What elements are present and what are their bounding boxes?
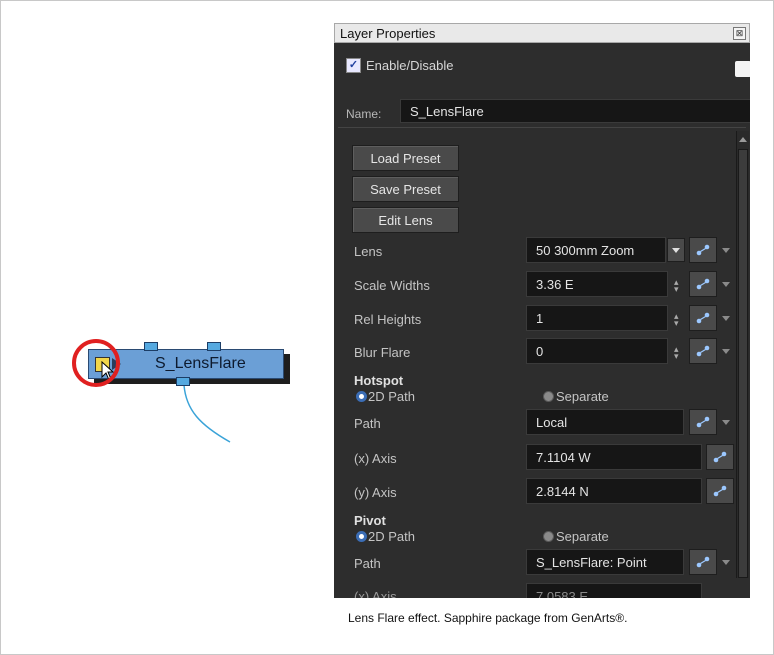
pivot-separate-label: Separate xyxy=(556,529,609,544)
keyframe-link-button[interactable] xyxy=(689,305,717,331)
divider xyxy=(338,127,746,128)
scroll-up-icon[interactable] xyxy=(739,137,747,142)
keyframe-link-button[interactable] xyxy=(689,271,717,297)
node-input-port[interactable] xyxy=(144,342,158,351)
hotspot-path-value: Local xyxy=(536,415,568,430)
node-title: S_LensFlare xyxy=(155,355,246,372)
spinner-icon[interactable]: ▴ ▾ xyxy=(674,345,679,361)
close-icon[interactable]: ⊠ xyxy=(733,27,746,40)
keyframe-menu-arrow-icon[interactable] xyxy=(722,282,730,287)
rel-heights-field[interactable]: 1 xyxy=(526,305,668,331)
layer-color-swatch[interactable] xyxy=(735,61,750,77)
pivot-path-label: Path xyxy=(354,556,381,571)
lens-dropdown[interactable]: 50 300mm Zoom xyxy=(526,237,666,263)
keyframe-link-icon xyxy=(696,345,710,357)
chevron-down-icon[interactable] xyxy=(667,238,685,262)
keyframe-link-button[interactable] xyxy=(689,237,717,263)
panel-titlebar[interactable]: Layer Properties ⊠ xyxy=(334,23,750,43)
keyframe-link-icon xyxy=(696,556,710,568)
keyframe-link-icon xyxy=(696,312,710,324)
hotspot-separate-label: Separate xyxy=(556,389,609,404)
hotspot-separate-radio[interactable] xyxy=(543,391,554,402)
pivot-x-axis-value: 7.0583 E xyxy=(536,589,589,598)
save-preset-button[interactable]: Save Preset xyxy=(352,176,459,202)
keyframe-link-icon xyxy=(696,278,710,290)
keyframe-menu-arrow-icon[interactable] xyxy=(722,420,730,425)
name-label: Name: xyxy=(346,107,382,121)
blur-flare-label: Blur Flare xyxy=(354,345,411,360)
name-field[interactable]: S_LensFlare xyxy=(400,99,750,123)
hotspot-path-field[interactable]: Local xyxy=(526,409,684,435)
pivot-2d-path-radio[interactable] xyxy=(356,531,367,542)
keyframe-menu-arrow-icon[interactable] xyxy=(722,349,730,354)
pivot-2d-path-label: 2D Path xyxy=(368,529,415,544)
keyframe-menu-arrow-icon[interactable] xyxy=(722,316,730,321)
keyframe-menu-arrow-icon[interactable] xyxy=(722,560,730,565)
lens-label: Lens xyxy=(354,244,383,259)
keyframe-link-button[interactable] xyxy=(689,549,717,575)
spinner-icon[interactable]: ▴ ▾ xyxy=(674,278,679,294)
lens-value: 50 300mm Zoom xyxy=(536,243,635,258)
enable-checkbox[interactable]: ✓ xyxy=(346,58,361,73)
name-value: S_LensFlare xyxy=(410,104,484,119)
hotspot-x-axis-field[interactable]: 7.1104 W xyxy=(526,444,702,470)
enable-label: Enable/Disable xyxy=(366,58,454,73)
hotspot-2d-path-radio[interactable] xyxy=(356,391,367,402)
keyframe-link-icon xyxy=(696,416,710,428)
hotspot-path-label: Path xyxy=(354,416,381,431)
load-preset-button[interactable]: Load Preset xyxy=(352,145,459,171)
node-input-port[interactable] xyxy=(207,342,221,351)
node-output-port[interactable] xyxy=(176,377,190,386)
pivot-x-axis-field[interactable]: 7.0583 E xyxy=(526,583,702,598)
keyframe-link-icon xyxy=(713,485,727,497)
scale-widths-value: 3.36 E xyxy=(536,277,574,292)
hotspot-2d-path-label: 2D Path xyxy=(368,389,415,404)
edit-lens-button[interactable]: Edit Lens xyxy=(352,207,459,233)
rel-heights-label: Rel Heights xyxy=(354,312,422,327)
keyframe-link-icon xyxy=(696,244,710,256)
keyframe-link-button[interactable] xyxy=(689,409,717,435)
keyframe-menu-arrow-icon[interactable] xyxy=(722,248,730,253)
keyframe-link-button[interactable] xyxy=(706,478,734,504)
figure-caption: Lens Flare effect. Sapphire package from… xyxy=(348,611,628,625)
pivot-separate-radio[interactable] xyxy=(543,531,554,542)
hotspot-x-axis-value: 7.1104 W xyxy=(536,450,591,465)
hotspot-y-axis-field[interactable]: 2.8144 N xyxy=(526,478,702,504)
rel-heights-value: 1 xyxy=(536,311,544,326)
scroll-thumb[interactable] xyxy=(738,149,748,578)
panel-title: Layer Properties xyxy=(340,26,436,41)
scale-widths-label: Scale Widths xyxy=(354,278,430,293)
layer-properties-panel: Layer Properties ⊠ ✓ Enable/Disable Name… xyxy=(334,23,750,598)
pivot-path-value: S_LensFlare: Point xyxy=(536,555,647,570)
scale-widths-field[interactable]: 3.36 E xyxy=(526,271,668,297)
pivot-heading: Pivot xyxy=(354,513,386,528)
hotspot-y-axis-label: (y) Axis xyxy=(354,485,397,500)
hotspot-x-axis-label: (x) Axis xyxy=(354,451,397,466)
vertical-scrollbar[interactable] xyxy=(736,131,749,578)
blur-flare-value: 0 xyxy=(536,344,544,359)
keyframe-link-button[interactable] xyxy=(706,444,734,470)
keyframe-link-icon xyxy=(713,451,727,463)
hotspot-y-axis-value: 2.8144 N xyxy=(536,484,589,499)
pivot-x-axis-label: (x) Axis xyxy=(354,589,397,598)
pivot-path-field[interactable]: S_LensFlare: Point xyxy=(526,549,684,575)
highlight-circle xyxy=(72,339,120,387)
keyframe-link-button[interactable] xyxy=(689,338,717,364)
blur-flare-field[interactable]: 0 xyxy=(526,338,668,364)
spinner-icon[interactable]: ▴ ▾ xyxy=(674,312,679,328)
hotspot-heading: Hotspot xyxy=(354,373,404,388)
